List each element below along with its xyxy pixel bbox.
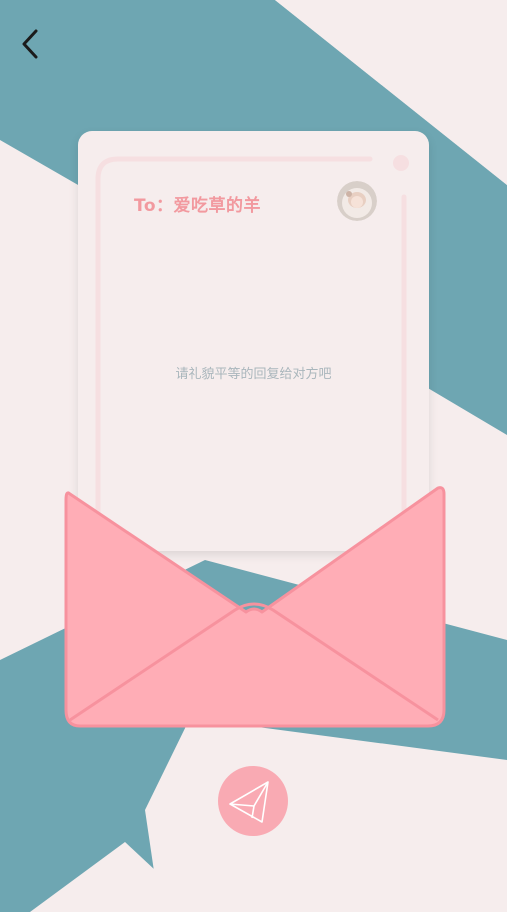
chevron-left-icon	[22, 29, 38, 59]
recipient-label: To：爱吃草的羊	[134, 196, 262, 216]
user-avatar-icon	[337, 181, 377, 221]
reply-input[interactable]: 请礼貌平等的回复给对方吧	[118, 363, 389, 382]
avatar[interactable]	[337, 181, 377, 221]
envelope	[64, 486, 446, 728]
send-button[interactable]	[218, 766, 288, 836]
paper-plane-icon	[229, 781, 269, 823]
back-button[interactable]	[14, 26, 50, 62]
